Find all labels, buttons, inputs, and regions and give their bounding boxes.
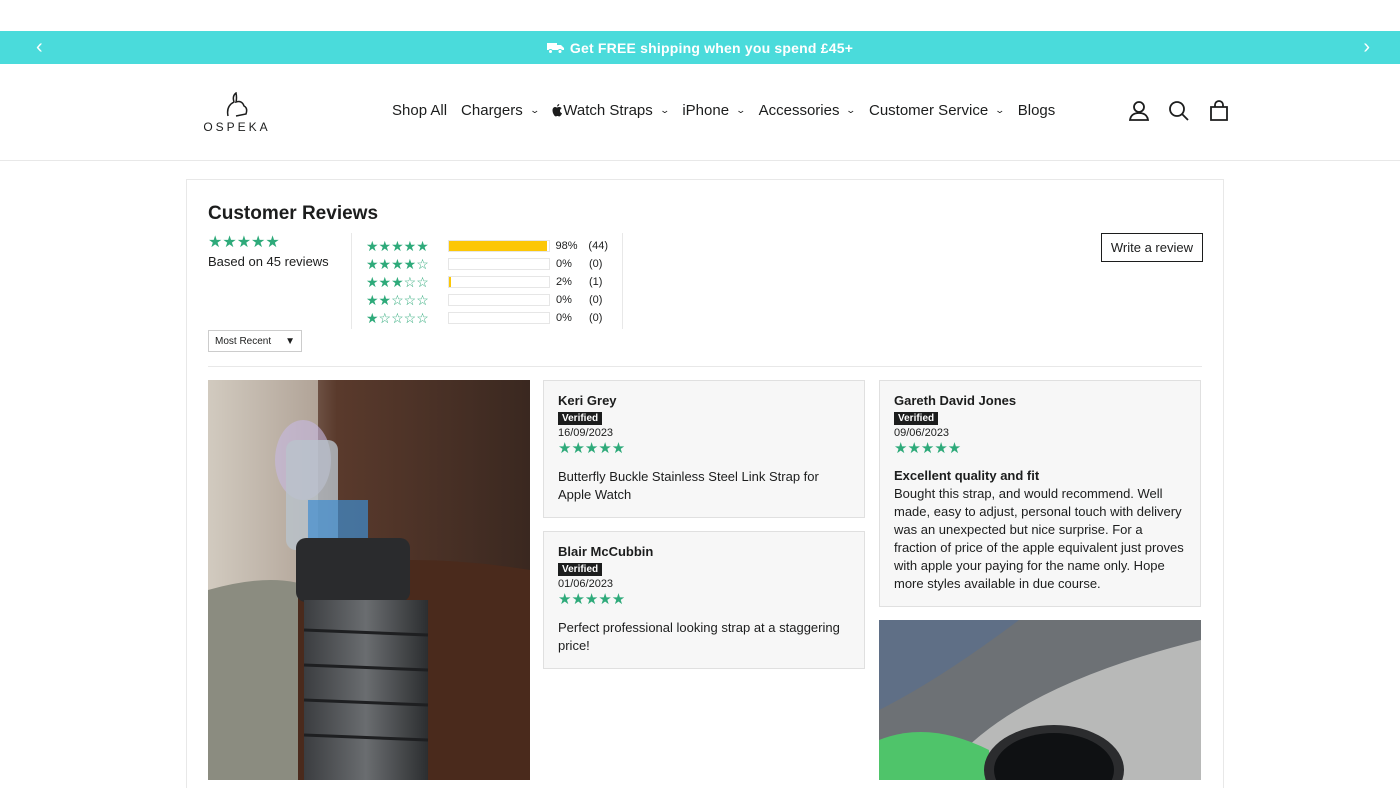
histogram-stars: ★☆☆☆☆ [366,310,429,326]
verified-badge: Verified [894,412,939,425]
review-photo-image [208,380,530,780]
dropdown-arrow-icon: ▼ [285,335,295,347]
nav-blogs[interactable]: Blogs [1018,102,1056,119]
nav-label: Blogs [1017,102,1056,119]
histogram-row[interactable]: ★★★★★ 98% (44) [366,237,608,255]
histogram-bar-fill [448,241,547,251]
nav-label: Shop All [392,102,448,119]
account-icon[interactable] [1128,100,1150,122]
nav-watch-straps[interactable]: Watch Straps ⌄ [552,102,670,119]
rating-histogram: ★★★★★ 98% (44) ★★★★☆ 0% (0) ★★★☆☆ 2% (1)… [351,233,623,329]
verified-badge: Verified [558,412,603,425]
nav-customer-service[interactable]: Customer Service ⌄ [869,102,1006,119]
review-card: Keri Grey Verified 16/09/2023 ★★★★★ Butt… [543,380,865,518]
chevron-down-icon: ⌄ [845,105,857,115]
histogram-bar-fill [449,277,451,287]
sort-select[interactable]: Most Recent ▼ [208,330,302,352]
reviews-summary: ★★★★★ Based on 45 reviews [208,234,329,270]
chevron-down-icon: ⌄ [659,105,670,115]
nav-label: Customer Service [869,102,989,119]
logo-text: OSPEKA [203,120,271,134]
review-stars: ★★★★★ [894,440,962,457]
write-review-button[interactable]: Write a review [1100,233,1203,262]
reviewer-name: Blair McCubbin [558,544,654,559]
nav-label: iPhone [682,102,730,119]
nav-iphone[interactable]: iPhone ⌄ [682,102,747,119]
average-stars: ★★★★★ [208,234,280,251]
histogram-stars: ★★★★★ [366,238,429,254]
histogram-percent: 0% [556,258,572,270]
histogram-percent: 0% [556,312,572,324]
histogram-count: (0) [589,294,603,306]
review-photo-watch-on-wrist[interactable] [208,380,530,780]
announcement-text: Get FREE shipping when you spend £45+ [569,39,854,56]
histogram-stars: ★★☆☆☆ [366,292,429,308]
reviewer-name: Keri Grey [558,393,617,408]
chevron-down-icon: ⌄ [994,105,1006,115]
nav-accessories[interactable]: Accessories ⌄ [758,102,857,119]
review-date: 01/06/2023 [558,578,614,590]
divider [208,366,1202,367]
verified-badge: Verified [558,563,603,576]
review-body: Butterfly Buckle Stainless Steel Link St… [558,469,819,502]
review-date: 09/06/2023 [894,427,950,439]
chevron-down-icon: ⌄ [529,105,540,115]
review-photo-image [879,620,1201,780]
review-stars: ★★★★★ [558,591,626,608]
announcement-text-wrap: Get FREE shipping when you spend £45+ [546,39,854,56]
histogram-bar [448,312,550,324]
review-card: Blair McCubbin Verified 01/06/2023 ★★★★★… [543,531,865,669]
histogram-count: (0) [589,312,603,324]
review-card: Gareth David Jones Verified 09/06/2023 ★… [879,380,1201,607]
histogram-row[interactable]: ★☆☆☆☆ 0% (0) [366,309,608,327]
apple-icon [552,104,563,117]
chevron-right-icon[interactable]: › [1363,37,1370,57]
histogram-row[interactable]: ★★☆☆☆ 0% (0) [366,291,608,309]
search-icon[interactable] [1168,100,1190,122]
reviews-title: Customer Reviews [208,203,379,224]
chevron-left-icon[interactable]: ‹ [36,37,43,57]
chevron-down-icon: ⌄ [735,105,747,115]
histogram-percent: 0% [556,294,572,306]
histogram-bar [447,240,550,252]
histogram-count: (0) [589,258,603,270]
histogram-stars: ★★★☆☆ [366,274,429,290]
cart-icon[interactable] [1208,100,1230,122]
review-body: Perfect professional looking strap at a … [558,620,840,653]
nav-label: Accessories [758,102,840,119]
nav-shop-all[interactable]: Shop All [392,102,447,119]
histogram-row[interactable]: ★★★★☆ 0% (0) [366,255,608,273]
main-nav: Shop All Chargers ⌄ Watch Straps ⌄ iPhone ⌄… [392,102,1055,119]
nav-chargers[interactable]: Chargers ⌄ [461,102,540,119]
logo[interactable]: OSPEKA [196,92,278,136]
based-on-text: Based on 45 reviews [208,254,329,269]
histogram-bar [448,294,550,306]
histogram-stars: ★★★★☆ [366,256,429,272]
review-stars: ★★★★★ [558,440,626,457]
truck-icon [546,42,564,54]
review-photo-watch-on-leg[interactable] [879,620,1201,780]
histogram-count: (1) [589,276,603,288]
reviews-widget: Customer Reviews ★★★★★ Based on 45 revie… [186,179,1224,788]
review-date: 16/09/2023 [558,427,614,439]
histogram-percent: 2% [556,276,572,288]
histogram-bar [448,258,550,270]
site-header: OSPEKA Shop All Chargers ⌄ Watch Straps ⌄ … [0,64,1400,161]
announcement-bar: ‹ Get FREE shipping when you spend £45+ … [0,31,1400,64]
header-icons [1128,100,1230,122]
nav-label: Chargers [461,102,523,119]
histogram-count: (44) [588,240,608,252]
histogram-row[interactable]: ★★★☆☆ 2% (1) [366,273,608,291]
reviewer-name: Gareth David Jones [894,393,1017,408]
review-title: Excellent quality and fit [894,468,1040,483]
sort-selected-value: Most Recent [215,335,272,347]
histogram-bar [448,276,550,288]
review-body: Bought this strap, and would recommend. … [894,486,1184,591]
histogram-percent: 98% [555,240,578,252]
nav-label: Watch Straps [563,102,653,119]
rabbit-logo-icon [226,92,248,117]
